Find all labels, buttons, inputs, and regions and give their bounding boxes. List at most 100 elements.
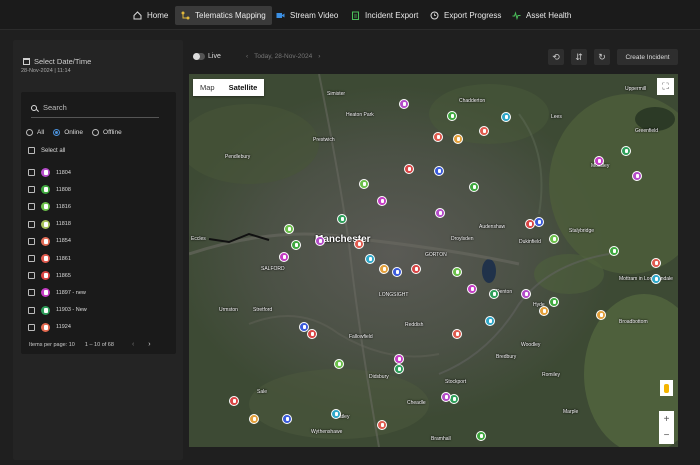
vehicle-checkbox[interactable] [28, 306, 35, 314]
vehicle-checkbox[interactable] [28, 220, 35, 228]
vehicle-row[interactable]: 11808 [28, 181, 168, 198]
vehicle-marker[interactable] [447, 111, 457, 121]
prev-day-icon[interactable]: ‹ [246, 53, 248, 60]
vehicle-checkbox[interactable] [28, 169, 35, 177]
vehicle-marker[interactable] [279, 252, 289, 262]
next-day-icon[interactable]: › [318, 53, 320, 60]
fullscreen-button[interactable]: ⛶ [657, 78, 674, 95]
vehicle-checkbox[interactable] [28, 255, 35, 263]
vehicle-marker[interactable] [337, 214, 347, 224]
vehicle-marker[interactable] [632, 171, 642, 181]
vehicle-row[interactable]: 11903 - New [28, 302, 168, 319]
vehicle-marker[interactable] [596, 310, 606, 320]
nav-telematics-mapping[interactable]: Telematics Mapping [175, 6, 272, 25]
vehicle-checkbox[interactable] [28, 203, 35, 211]
radio-all[interactable]: All [26, 129, 44, 136]
radio-offline[interactable]: Offline [92, 129, 122, 136]
vehicle-marker[interactable] [379, 264, 389, 274]
vehicle-marker[interactable] [609, 246, 619, 256]
vehicle-marker[interactable] [365, 254, 375, 264]
vehicle-marker[interactable] [404, 164, 414, 174]
map-view[interactable]: Map Satellite ⛶ Manchester Simister Pres… [189, 74, 678, 447]
vehicle-marker[interactable] [441, 392, 451, 402]
vehicle-marker[interactable] [479, 126, 489, 136]
create-incident-button[interactable]: Create Incident [617, 49, 678, 65]
vehicle-checkbox[interactable] [28, 186, 35, 194]
vehicle-checkbox[interactable] [28, 272, 35, 280]
select-all-checkbox[interactable]: Select all [28, 147, 65, 154]
vehicle-marker[interactable] [434, 166, 444, 176]
vehicle-marker[interactable] [394, 364, 404, 374]
vehicle-marker[interactable] [433, 132, 443, 142]
vehicle-checkbox[interactable] [28, 323, 35, 331]
vehicle-marker[interactable] [469, 182, 479, 192]
date-picker[interactable]: Select Date/Time [23, 57, 91, 66]
vehicle-marker[interactable] [282, 414, 292, 424]
zoom-in-button[interactable]: + [659, 411, 674, 427]
vehicle-row[interactable]: 11854 [28, 233, 168, 250]
vehicle-marker[interactable] [331, 409, 341, 419]
vehicle-checkbox[interactable] [28, 289, 35, 297]
map-type-map[interactable]: Map [193, 79, 222, 96]
vehicle-marker[interactable] [394, 354, 404, 364]
prev-page-icon[interactable]: ‹ [132, 341, 134, 348]
vehicle-marker[interactable] [651, 258, 661, 268]
vehicle-marker[interactable] [377, 420, 387, 430]
vehicle-row[interactable]: 11861 [28, 250, 168, 267]
vehicle-row[interactable]: 11816 [28, 198, 168, 215]
vehicle-marker[interactable] [399, 99, 409, 109]
vehicle-marker[interactable] [249, 414, 259, 424]
nav-export-progress[interactable]: Export Progress [424, 6, 507, 25]
vehicle-row[interactable]: 11865 [28, 267, 168, 284]
zoom-out-button[interactable]: − [659, 427, 674, 443]
vehicle-marker[interactable] [315, 236, 325, 246]
vehicle-marker[interactable] [392, 267, 402, 277]
vehicle-marker[interactable] [549, 234, 559, 244]
map-type-satellite[interactable]: Satellite [222, 79, 265, 96]
vehicle-marker[interactable] [359, 179, 369, 189]
vehicle-marker[interactable] [467, 284, 477, 294]
vehicle-row[interactable]: 11818 [28, 216, 168, 233]
route-button[interactable]: ⇵ [571, 49, 587, 65]
refresh-button[interactable]: ↻ [594, 49, 610, 65]
vehicle-marker[interactable] [485, 316, 495, 326]
map-label: Simister [327, 91, 346, 97]
vehicle-marker[interactable] [452, 329, 462, 339]
vehicle-row[interactable]: 11924 [28, 319, 168, 336]
vehicle-marker[interactable] [334, 359, 344, 369]
vehicle-marker[interactable] [307, 329, 317, 339]
nav-home[interactable]: Home [127, 6, 174, 25]
street-view-pegman[interactable] [660, 380, 673, 396]
vehicle-marker[interactable] [525, 219, 535, 229]
vehicle-marker[interactable] [594, 156, 604, 166]
vehicle-marker[interactable] [476, 431, 486, 441]
vehicle-marker[interactable] [377, 196, 387, 206]
vehicle-marker[interactable] [453, 134, 463, 144]
vehicle-marker[interactable] [651, 274, 661, 284]
vehicle-marker[interactable] [549, 297, 559, 307]
vehicle-marker[interactable] [621, 146, 631, 156]
vehicle-marker[interactable] [521, 289, 531, 299]
vehicle-marker[interactable] [284, 224, 294, 234]
vehicle-marker[interactable] [489, 289, 499, 299]
history-button[interactable]: ⟲ [548, 49, 564, 65]
search-input[interactable]: Search [31, 98, 159, 118]
nav-incident-export[interactable]: Incident Export [345, 6, 424, 25]
vehicle-row[interactable]: 11897 - new [28, 284, 168, 301]
vehicle-checkbox[interactable] [28, 237, 35, 245]
vehicle-row[interactable]: 11804 [28, 164, 168, 181]
vehicle-marker[interactable] [411, 264, 421, 274]
live-toggle[interactable] [193, 53, 205, 60]
vehicle-marker[interactable] [452, 267, 462, 277]
nav-asset-health[interactable]: Asset Health [506, 6, 577, 25]
vehicle-marker[interactable] [534, 217, 544, 227]
vehicle-marker[interactable] [435, 208, 445, 218]
vehicle-marker[interactable] [539, 306, 549, 316]
vehicle-marker[interactable] [354, 239, 364, 249]
nav-stream-video[interactable]: Stream Video [270, 6, 344, 25]
vehicle-marker[interactable] [229, 396, 239, 406]
vehicle-marker[interactable] [291, 240, 301, 250]
radio-online[interactable]: Online [53, 129, 83, 136]
next-page-icon[interactable]: › [148, 341, 150, 348]
vehicle-marker[interactable] [501, 112, 511, 122]
